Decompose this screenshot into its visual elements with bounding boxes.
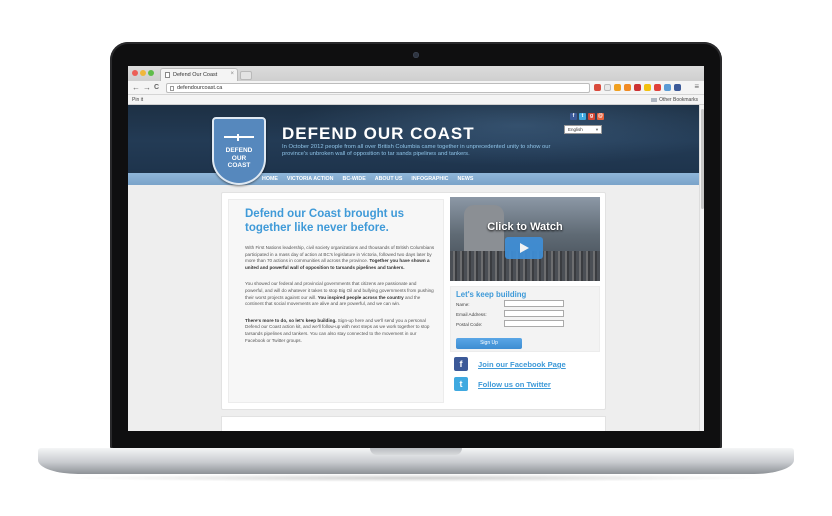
page-icon	[170, 86, 174, 91]
sign-up-button[interactable]: Sign Up	[456, 338, 522, 349]
boat-icon	[224, 130, 254, 141]
video-title: Click to Watch	[487, 221, 563, 233]
email-input[interactable]	[504, 310, 564, 317]
reload-icon[interactable]: C	[154, 83, 159, 92]
intro-paragraph-3: There's more to do, so let's keep buildi…	[245, 317, 430, 343]
email-label: Email Address:	[456, 312, 487, 317]
chevron-down-icon: ▼	[595, 127, 599, 132]
close-window-button[interactable]	[132, 70, 138, 76]
other-bookmarks-label: Other Bookmarks	[659, 97, 698, 103]
web-page: DEFEND OUR COAST In October 2012 people …	[128, 105, 704, 431]
extension-icon[interactable]	[614, 84, 621, 91]
other-bookmarks[interactable]: Other Bookmarks	[651, 97, 698, 103]
email-row: Email Address:	[456, 310, 594, 319]
nav-victoria-action[interactable]: VICTORIA ACTION	[287, 176, 334, 182]
name-row: Name:	[456, 300, 594, 309]
extension-icon[interactable]	[654, 84, 661, 91]
tab-title: Defend Our Coast	[173, 72, 218, 78]
intro-paragraph-2: You showed our federal and provincial go…	[245, 281, 434, 307]
minimize-window-button[interactable]	[140, 70, 146, 76]
twitter-icon: t	[454, 377, 468, 391]
footer-card	[221, 416, 606, 431]
postal-row: Postal Code:	[456, 320, 594, 329]
camera-icon	[413, 52, 419, 58]
postal-code-input[interactable]	[504, 320, 564, 327]
scrollbar-thumb[interactable]	[701, 109, 704, 209]
menu-icon[interactable]: ≡	[694, 82, 699, 91]
language-value: English	[568, 127, 583, 132]
form-title: Let's keep building	[456, 290, 527, 299]
twitter-link-label[interactable]: Follow us on Twitter	[478, 380, 551, 389]
facebook-icon[interactable]: f	[570, 113, 577, 120]
nav-about-us[interactable]: ABOUT US	[375, 176, 403, 182]
google-plus-icon[interactable]: g	[588, 113, 595, 120]
intro-paragraph-1: With First Nations leadership, civil soc…	[245, 245, 435, 270]
laptop-notch	[370, 448, 462, 455]
page-scrollbar[interactable]	[699, 105, 704, 431]
extension-icon[interactable]	[664, 84, 671, 91]
adblock-icon[interactable]	[594, 84, 601, 91]
extension-icons	[594, 84, 681, 91]
tab-strip: Defend Our Coast ×	[128, 66, 704, 81]
postal-label: Postal Code:	[456, 322, 483, 327]
language-select[interactable]: English ▼	[564, 125, 602, 134]
facebook-link[interactable]: f Join our Facebook Page	[450, 357, 600, 372]
nav-news[interactable]: NEWS	[458, 176, 474, 182]
laptop-shadow	[60, 474, 772, 482]
forward-arrow-icon[interactable]: →	[143, 83, 151, 92]
logo-text: DEFEND OUR COAST	[225, 147, 253, 169]
signup-form: Let's keep building Name: Email Address:…	[450, 286, 600, 352]
laptop-mockup: Defend Our Coast × ← → C defendourcoast.…	[0, 0, 832, 516]
extension-icon[interactable]	[644, 84, 651, 91]
maximize-window-button[interactable]	[148, 70, 154, 76]
email-icon[interactable]: @	[597, 113, 604, 120]
name-label: Name:	[456, 302, 470, 307]
nav-home[interactable]: HOME	[262, 176, 278, 182]
facebook-icon: f	[454, 357, 468, 371]
bookmark-pin-it[interactable]: Pin it	[132, 97, 143, 103]
nav-bc-wide[interactable]: BC-WIDE	[343, 176, 366, 182]
site-logo[interactable]: DEFEND OUR COAST	[212, 117, 266, 185]
facebook-icon[interactable]	[674, 84, 681, 91]
bookmarks-bar: Pin it Other Bookmarks	[128, 95, 704, 105]
nav-infographic[interactable]: INFOGRAPHIC	[411, 176, 448, 182]
intro-column: Defend our Coast brought us together lik…	[228, 199, 444, 403]
video-player[interactable]: Click to Watch	[450, 197, 600, 281]
facebook-link-label[interactable]: Join our Facebook Page	[478, 360, 566, 369]
play-icon	[520, 243, 529, 253]
back-arrow-icon[interactable]: ←	[132, 83, 140, 92]
main-nav: HOME VICTORIA ACTION BC-WIDE ABOUT US IN…	[128, 173, 699, 185]
close-icon[interactable]: ×	[230, 71, 234, 77]
page-headline: Defend our Coast brought us together lik…	[245, 208, 405, 234]
name-input[interactable]	[504, 300, 564, 307]
tab-defend-our-coast[interactable]: Defend Our Coast ×	[160, 68, 238, 81]
site-tagline: In October 2012 people from all over Bri…	[282, 144, 551, 157]
star-icon[interactable]	[604, 84, 611, 91]
site-title: DEFEND OUR COAST	[282, 124, 475, 143]
sidebar: Click to Watch Let's keep building Name:…	[450, 197, 600, 392]
extension-icon[interactable]	[624, 84, 631, 91]
tab-favicon	[165, 72, 170, 78]
browser-toolbar: ← → C defendourcoast.ca ≡	[128, 81, 704, 95]
play-button[interactable]	[505, 237, 543, 259]
content-card: Defend our Coast brought us together lik…	[221, 192, 606, 410]
twitter-link[interactable]: t Follow us on Twitter	[450, 377, 600, 392]
new-tab-button[interactable]	[240, 71, 252, 80]
header-social-icons: f t g @	[570, 113, 604, 120]
url-text: defendourcoast.ca	[177, 85, 223, 91]
address-bar[interactable]: defendourcoast.ca	[166, 83, 590, 93]
browser-window: Defend Our Coast × ← → C defendourcoast.…	[128, 66, 704, 431]
extension-icon[interactable]	[634, 84, 641, 91]
folder-icon	[651, 97, 658, 102]
twitter-icon[interactable]: t	[579, 113, 586, 120]
